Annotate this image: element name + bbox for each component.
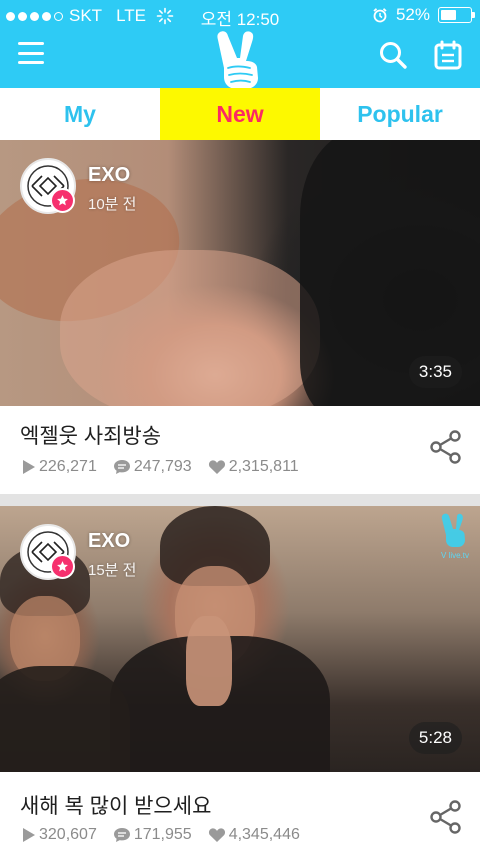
star-badge-icon bbox=[50, 554, 75, 579]
vlive-watermark: V live.tv bbox=[438, 512, 472, 560]
video-duration: 3:35 bbox=[408, 356, 462, 388]
heart-icon bbox=[208, 828, 225, 842]
channel-avatar[interactable] bbox=[20, 524, 76, 580]
hamburger-menu-icon[interactable] bbox=[18, 42, 44, 64]
video-stats: 226,271 247,793 2,315,811 bbox=[22, 458, 315, 476]
channel-avatar[interactable] bbox=[20, 158, 76, 214]
like-count: 4,345,446 bbox=[228, 826, 300, 843]
battery-icon bbox=[438, 7, 475, 23]
post-time: 15분 전 bbox=[88, 562, 137, 579]
v-watermark-icon bbox=[441, 513, 465, 547]
video-thumbnail[interactable]: EXO 15분 전 V live.tv 5:28 bbox=[0, 506, 480, 772]
play-count-icon bbox=[23, 460, 35, 474]
channel-name[interactable]: EXO bbox=[88, 530, 136, 553]
video-card: EXO 15분 전 V live.tv 5:28 새해 복 많이 받으세요 32… bbox=[0, 506, 480, 852]
post-time: 10분 전 bbox=[88, 196, 137, 213]
tab-my[interactable]: My bbox=[0, 88, 160, 140]
status-right: 52% bbox=[372, 5, 475, 25]
comment-count: 171,955 bbox=[133, 826, 192, 843]
search-icon[interactable] bbox=[378, 40, 408, 70]
channel-info: EXO 10분 전 bbox=[20, 158, 136, 214]
video-thumbnail[interactable]: EXO 10분 전 3:35 bbox=[0, 140, 480, 406]
video-title[interactable]: 새해 복 많이 받으세요 bbox=[20, 790, 211, 820]
alarm-clock-icon bbox=[373, 8, 387, 23]
calendar-icon[interactable] bbox=[434, 40, 462, 70]
comment-icon bbox=[113, 828, 130, 842]
card-divider bbox=[0, 494, 480, 506]
video-stats: 320,607 171,955 4,345,446 bbox=[22, 826, 316, 844]
battery-level bbox=[441, 10, 456, 20]
vlive-app: SKT LTE 오전 12:50 52% My New Popular EXO … bbox=[0, 0, 480, 852]
v-victory-hand-logo-icon[interactable] bbox=[210, 28, 272, 90]
play-count: 320,607 bbox=[39, 826, 97, 843]
play-count: 226,271 bbox=[39, 458, 97, 475]
tab-popular[interactable]: Popular bbox=[320, 88, 480, 140]
watermark-label: V live.tv bbox=[440, 551, 469, 560]
video-title[interactable]: 엑젤웃 사죄방송 bbox=[20, 420, 161, 450]
feed-tabs: My New Popular bbox=[0, 88, 480, 140]
tab-new[interactable]: New bbox=[160, 88, 320, 140]
channel-name[interactable]: EXO bbox=[88, 164, 136, 187]
share-icon[interactable] bbox=[430, 430, 462, 464]
like-count: 2,315,811 bbox=[228, 458, 299, 475]
top-bar: SKT LTE 오전 12:50 52% bbox=[0, 0, 480, 90]
video-card: EXO 10분 전 3:35 엑젤웃 사죄방송 226,271 247,793 … bbox=[0, 140, 480, 494]
heart-icon bbox=[208, 460, 225, 474]
play-count-icon bbox=[23, 828, 35, 842]
star-badge-icon bbox=[50, 188, 75, 213]
video-duration: 5:28 bbox=[408, 722, 462, 754]
channel-info: EXO 15분 전 bbox=[20, 524, 136, 580]
share-icon[interactable] bbox=[430, 800, 462, 834]
battery-percent: 52% bbox=[395, 5, 430, 24]
comment-icon bbox=[113, 460, 130, 474]
comment-count: 247,793 bbox=[133, 458, 192, 475]
